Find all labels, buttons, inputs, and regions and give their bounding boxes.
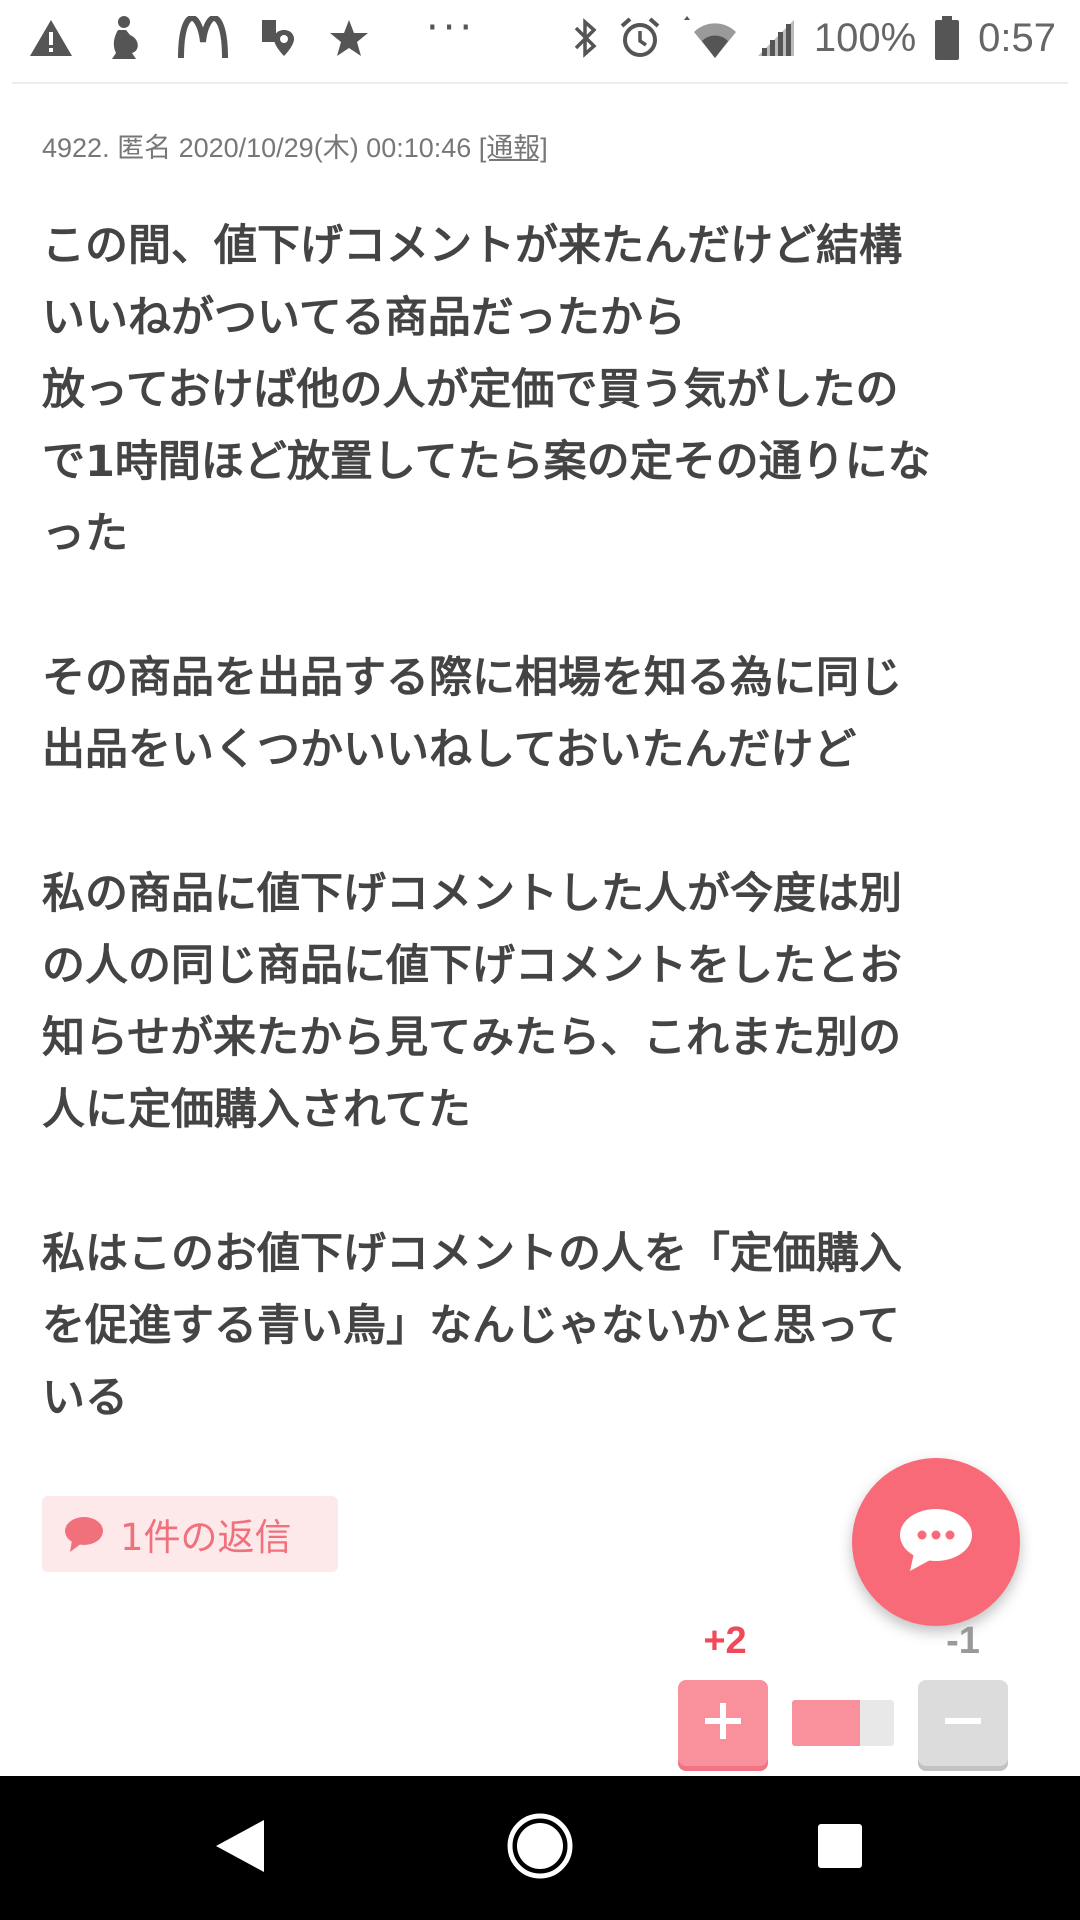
recents-button[interactable] (800, 1776, 880, 1920)
mcdonalds-icon (178, 16, 228, 60)
post-paragraph: その商品を出品する際に相場を知る為に同じ 出品をいくつかいいねしておいたんだけど (42, 653, 902, 775)
plus-icon (701, 1699, 745, 1747)
status-bar-notifications: ··· (28, 5, 476, 64)
warning-icon (28, 18, 74, 58)
home-button[interactable] (500, 1776, 580, 1920)
clock: 0:57 (978, 15, 1056, 60)
overflow-notifications: ··· (426, 5, 477, 51)
comment-fab[interactable] (852, 1458, 1020, 1626)
minus-icon (941, 1699, 985, 1747)
vote-ratio-fill (792, 1700, 861, 1746)
battery-percent: 100% (813, 15, 917, 60)
status-bar: ··· 100% 0:57 (0, 0, 1080, 84)
location-pin-icon (260, 16, 296, 60)
chat-bubble-icon (898, 1507, 974, 1577)
replies-button[interactable]: 1件の返信 (42, 1496, 338, 1572)
post-paragraph: 私はこのお値下げコメントの人を「定価購入 を促進する青い鳥」なんじゃないかと思っ… (42, 1229, 902, 1423)
star-badge-icon (328, 18, 370, 58)
cell-signal-icon (756, 18, 796, 58)
replies-label: 1件の返信 (120, 1516, 292, 1559)
home-icon (505, 1811, 575, 1885)
post-meta: 4922. 匿名 2020/10/29(木) 00:10:46 [通報] (42, 126, 548, 165)
status-divider (12, 82, 1068, 84)
vote-ratio-bar (792, 1700, 894, 1746)
bluetooth-icon (572, 16, 600, 60)
back-button[interactable] (200, 1776, 280, 1920)
recents-icon (815, 1821, 865, 1875)
speech-bubble-icon (64, 1514, 104, 1554)
minus-count: -1 (946, 1620, 980, 1662)
plus-count: +2 (703, 1620, 747, 1662)
back-icon (212, 1816, 268, 1880)
post-paragraph: この間、値下げコメントが来たんだけど結構 いいねがついてる商品だったから 放って… (42, 221, 931, 559)
alarm-icon (618, 16, 662, 60)
post-number-date: 4922. 匿名 2020/10/29(木) 00:10:46 (42, 133, 479, 163)
status-bar-system: 100% 0:57 (572, 12, 1056, 64)
report-link[interactable]: [通報] (479, 133, 548, 163)
wifi-icon (680, 16, 738, 60)
system-nav-bar (0, 1776, 1080, 1920)
plus-vote-button[interactable] (678, 1680, 768, 1766)
post-paragraph: 私の商品に値下げコメントした人が今度は別 の人の同じ商品に値下げコメントをしたと… (42, 869, 902, 1135)
pregnancy-icon (106, 15, 146, 61)
battery-icon (934, 15, 960, 61)
post-body: この間、値下げコメントが来たんだけど結構 いいねがついてる商品だったから 放って… (42, 210, 1042, 1506)
minus-vote-button[interactable] (918, 1680, 1008, 1766)
